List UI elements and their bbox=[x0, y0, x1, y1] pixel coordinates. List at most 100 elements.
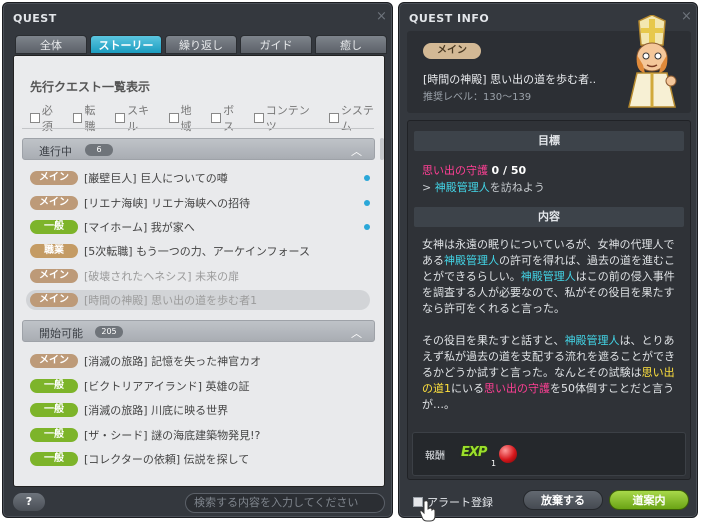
tab-story[interactable]: ストーリー bbox=[90, 35, 162, 54]
tab-repeat[interactable]: 繰り返し bbox=[165, 35, 237, 54]
search-input[interactable]: 検索する内容を入力してください bbox=[185, 493, 385, 513]
checkbox[interactable] bbox=[329, 113, 339, 123]
checkbox[interactable] bbox=[72, 113, 83, 123]
quest-row[interactable]: メイン [破壊されたヘネシス] 未来の扉 bbox=[30, 266, 374, 286]
checkbox[interactable] bbox=[168, 113, 179, 123]
quest-row[interactable]: 一般 [マイホーム] 我が家へ bbox=[30, 217, 374, 237]
abandon-button[interactable]: 放棄する bbox=[523, 490, 603, 510]
npc-link[interactable]: 神殿管理人 bbox=[521, 270, 576, 283]
quest-row[interactable]: メイン [巌壁巨人] 巨人についての噂 bbox=[30, 168, 374, 188]
objective-sub: > 神殿管理人を訪ねよう bbox=[422, 181, 545, 194]
tab-heal[interactable]: 癒し bbox=[315, 35, 387, 54]
scrollbar[interactable] bbox=[380, 138, 384, 160]
new-indicator-icon bbox=[364, 175, 370, 181]
monster-link[interactable]: 思い出の守護 bbox=[484, 382, 550, 395]
filter-content[interactable]: コンテンツ bbox=[253, 102, 320, 134]
quest-list-area: 先行クエスト一覧表示 必須 転職 スキル 地域 ボス コンテンツ システム 進行… bbox=[13, 55, 385, 487]
quest-type-badge: メイン bbox=[30, 269, 78, 283]
window-title: QUEST INFO bbox=[409, 12, 490, 25]
chevron-up-icon[interactable]: ︿ bbox=[351, 325, 362, 341]
quest-row[interactable]: メイン [消滅の旅路] 記憶を失った神官カオ bbox=[30, 351, 374, 371]
prerequisite-filter: 先行クエスト一覧表示 必須 転職 スキル 地域 ボス コンテンツ システム bbox=[14, 56, 384, 133]
left-footer: ? 検索する内容を入力してください bbox=[13, 493, 385, 515]
count-badge: 6 bbox=[85, 144, 113, 156]
exp-icon: EXP bbox=[461, 445, 487, 460]
quest-title: [消滅の旅路] 記憶を失った神官カオ bbox=[84, 355, 262, 368]
tab-all[interactable]: 全体 bbox=[15, 35, 87, 54]
quest-header: メイン [時間の神殿] 思い出の道を歩む者.. 推奨レベル：130～139 bbox=[407, 15, 691, 113]
checkbox[interactable] bbox=[253, 113, 264, 123]
window-title: QUEST bbox=[13, 12, 57, 25]
quest-window: QUEST × 全体 ストーリー 繰り返し ガイド 癒し 先行クエスト一覧表示 … bbox=[2, 2, 393, 518]
quest-row[interactable]: 一般 [コレクターの依頼] 伝説を探して bbox=[30, 449, 374, 469]
quest-type-badge: 一般 bbox=[30, 379, 78, 393]
quest-type-badge: メイン bbox=[30, 293, 78, 307]
checkbox[interactable] bbox=[115, 113, 126, 123]
new-indicator-icon bbox=[364, 224, 370, 230]
quest-details: 目標 思い出の守護 0 / 50 > 神殿管理人を訪ねよう 内容 女神は永遠の眠… bbox=[407, 120, 691, 480]
tab-guide[interactable]: ガイド bbox=[240, 35, 312, 54]
quest-info-window: QUEST INFO × メイン [時間の神殿] 思い出の道を歩む者.. 推奨レ… bbox=[398, 2, 698, 518]
quest-type-badge: 職業 bbox=[30, 244, 78, 258]
quest-row[interactable]: 一般 [ザ・シード] 謎の海底建築物発見!? bbox=[30, 425, 374, 445]
quest-title: [ザ・シード] 謎の海底建築物発見!? bbox=[84, 429, 261, 442]
in-progress-header[interactable]: 進行中 6 ︿ bbox=[22, 138, 375, 160]
npc-link[interactable]: 神殿管理人 bbox=[565, 334, 620, 347]
guide-button[interactable]: 道案内 bbox=[609, 490, 689, 510]
checkbox[interactable] bbox=[30, 113, 40, 123]
quest-title: [コレクターの依頼] 伝説を探して bbox=[84, 453, 250, 466]
description-paragraph: 女神は永遠の眠りについているが、女神の代理人である神殿管理人の許可を得れば、過去… bbox=[422, 238, 675, 315]
quest-type-badge: メイン bbox=[30, 354, 78, 368]
close-icon[interactable]: × bbox=[376, 9, 387, 24]
quest-row[interactable]: 一般 [消滅の旅路] 川底に映る世界 bbox=[30, 400, 374, 420]
quest-title: [マイホーム] 我が家へ bbox=[84, 221, 195, 234]
count-badge: 205 bbox=[95, 326, 123, 338]
quest-type-badge: メイン bbox=[30, 196, 78, 210]
reward-count: 1 bbox=[491, 459, 497, 468]
quest-name: [時間の神殿] 思い出の道を歩む者.. bbox=[423, 73, 597, 86]
content-header: 内容 bbox=[414, 207, 684, 227]
quest-title: [5次転職] もう一つの力、アーケインフォース bbox=[84, 245, 310, 258]
hand-cursor-icon bbox=[419, 500, 436, 522]
quest-row[interactable]: 一般 [ビクトリアアイランド] 英雄の証 bbox=[30, 376, 374, 396]
help-button[interactable]: ? bbox=[13, 493, 45, 511]
quest-title: [ビクトリアアイランド] 英雄の証 bbox=[84, 380, 250, 393]
recommended-level: 推奨レベル：130～139 bbox=[423, 92, 532, 103]
filter-boss[interactable]: ボス bbox=[211, 102, 245, 134]
quest-row[interactable]: 職業 [5次転職] もう一つの力、アーケインフォース bbox=[30, 241, 374, 261]
npc-portrait-icon bbox=[628, 15, 677, 108]
quest-type-badge: 一般 bbox=[30, 403, 78, 417]
filter-required[interactable]: 必須 bbox=[30, 102, 64, 134]
divider bbox=[22, 128, 374, 129]
npc-link[interactable]: 神殿管理人 bbox=[444, 254, 499, 267]
objective-target: 思い出の守護 bbox=[422, 164, 488, 177]
reward-box: 報酬 EXP 1 bbox=[412, 432, 686, 476]
objective-progress: 0 / 50 bbox=[491, 164, 527, 177]
chevron-up-icon[interactable]: ︿ bbox=[351, 143, 362, 159]
section-label: 開始可能 bbox=[39, 327, 83, 340]
quest-type-badge: 一般 bbox=[30, 452, 78, 466]
filter-skill[interactable]: スキル bbox=[115, 102, 159, 134]
filter-system[interactable]: システム bbox=[329, 102, 384, 134]
quest-tabs: 全体 ストーリー 繰り返し ガイド 癒し bbox=[15, 35, 387, 54]
objective-header: 目標 bbox=[414, 131, 684, 151]
quest-title: [破壊されたヘネシス] 未来の扉 bbox=[84, 270, 240, 283]
available-header[interactable]: 開始可能 205 ︿ bbox=[22, 320, 375, 342]
filter-job-change[interactable]: 転職 bbox=[72, 102, 107, 134]
quest-type-badge: メイン bbox=[30, 171, 78, 185]
new-indicator-icon bbox=[364, 200, 370, 206]
quest-title: [消滅の旅路] 川底に映る世界 bbox=[84, 404, 229, 417]
quest-row-selected[interactable]: メイン [時間の神殿] 思い出の道を歩む者1 bbox=[26, 290, 370, 310]
objective-line: 思い出の守護 0 / 50 bbox=[422, 162, 526, 178]
quest-type-badge: 一般 bbox=[30, 220, 78, 234]
quest-type-badge: メイン bbox=[423, 43, 481, 59]
npc-link[interactable]: 神殿管理人 bbox=[435, 181, 490, 194]
quest-row[interactable]: メイン [リエナ海峡] リエナ海峡への招待 bbox=[30, 193, 374, 213]
quest-title: [時間の神殿] 思い出の道を歩む者1 bbox=[84, 294, 258, 307]
quest-title: [巌壁巨人] 巨人についての噂 bbox=[84, 172, 228, 185]
filter-region[interactable]: 地域 bbox=[168, 102, 203, 134]
checkbox[interactable] bbox=[211, 113, 222, 123]
right-footer: アラート登録 放棄する 道案内 bbox=[407, 490, 691, 514]
reward-item-icon[interactable] bbox=[499, 445, 517, 463]
section-label: 進行中 bbox=[39, 145, 72, 158]
